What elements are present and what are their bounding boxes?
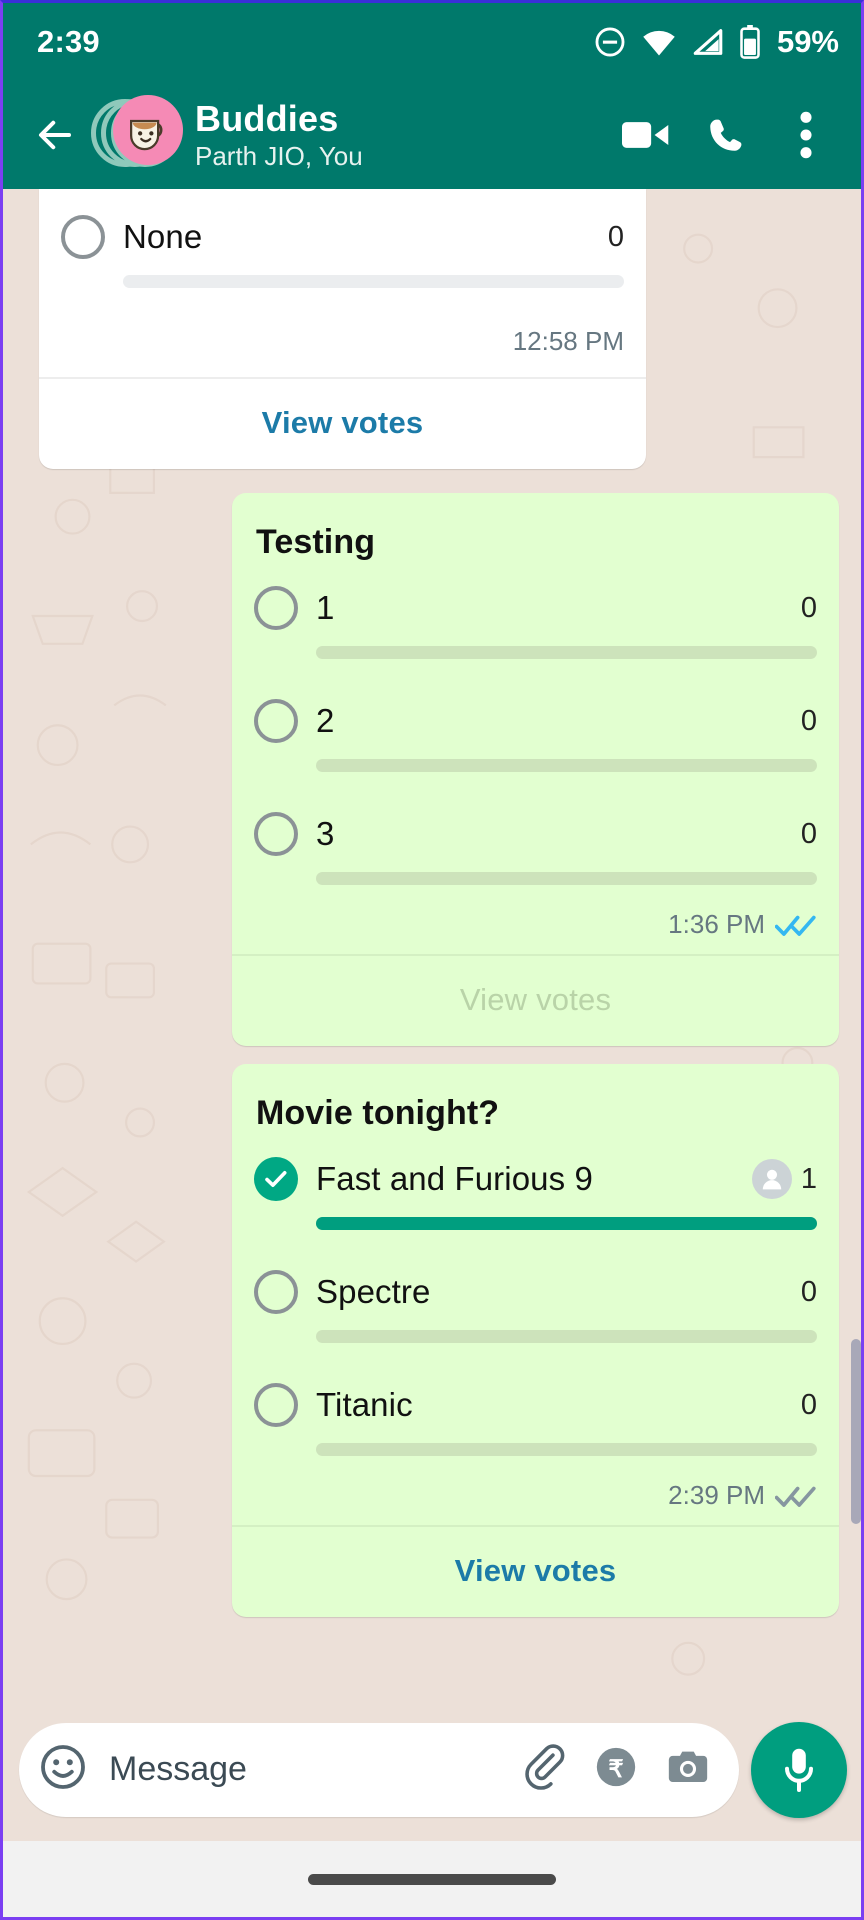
chat-app-bar: Buddies Parth JIO, You	[3, 81, 861, 189]
message-meta: 2:39 PM	[232, 1468, 839, 1525]
poll-option-count: 0	[800, 1388, 817, 1421]
signal-icon	[691, 27, 725, 57]
poll-option-radio[interactable]	[254, 586, 298, 630]
poll-option-radio[interactable]	[254, 812, 298, 856]
input-action-icons: ₹	[521, 1744, 711, 1795]
poll-body: Testing 1 0 2 0 3 0	[232, 493, 839, 897]
poll-option-radio-checked[interactable]	[254, 1157, 298, 1201]
poll-option-count: 0	[800, 704, 817, 737]
chat-participants: Parth JIO, You	[195, 141, 363, 172]
poll-option-bar	[316, 872, 817, 885]
battery-icon	[739, 25, 761, 59]
dnd-icon	[593, 25, 627, 59]
delivered-receipt-icon	[775, 1483, 817, 1509]
poll-option-count: 0	[607, 220, 624, 253]
poll-option-label: None	[123, 218, 203, 255]
poll-option-radio[interactable]	[254, 1270, 298, 1314]
chat-header-titles[interactable]: Buddies Parth JIO, You	[195, 97, 363, 172]
phone-screen: 2:39 59% Buddies Parth JIO, You None 0 1…	[0, 0, 864, 1920]
message-meta: 1:36 PM	[232, 897, 839, 954]
poll-title: Testing	[256, 523, 376, 561]
poll-option-bar	[316, 1217, 817, 1230]
poll-option-voters[interactable]: 1	[751, 1159, 817, 1199]
poll-option-count: 0	[800, 1275, 817, 1308]
message-input-pill[interactable]: Message ₹	[19, 1722, 739, 1817]
poll-option-bar	[316, 646, 817, 659]
coffee-cup-emoji	[130, 119, 163, 151]
poll-message-incoming[interactable]: None 0 12:58 PM View votes	[39, 189, 646, 469]
message-input-field[interactable]: Message	[109, 1750, 505, 1789]
poll-option-label: Spectre	[316, 1273, 431, 1310]
message-timestamp: 1:36 PM	[668, 909, 765, 939]
system-nav-bar	[3, 1841, 861, 1917]
voter-avatar-icon	[751, 1159, 792, 1199]
view-votes-button[interactable]: View votes	[232, 1527, 839, 1617]
poll-options: None 0	[39, 189, 646, 300]
poll-option[interactable]: 1 0	[254, 576, 817, 665]
poll-option-label: Titanic	[316, 1386, 413, 1423]
chat-scrollbar[interactable]	[851, 1339, 861, 1524]
poll-option-label: Fast and Furious 9	[316, 1160, 593, 1197]
battery-percentage: 59%	[776, 24, 839, 59]
camera-icon[interactable]	[665, 1744, 711, 1795]
poll-option-count: 0	[800, 591, 817, 624]
poll-option-radio[interactable]	[254, 1383, 298, 1427]
poll-option-bar	[316, 1443, 817, 1456]
view-votes-button[interactable]: View votes	[39, 379, 646, 469]
avatar-image	[113, 95, 183, 165]
message-meta: 12:58 PM	[39, 300, 646, 377]
poll-option[interactable]: Spectre 0	[254, 1260, 817, 1349]
poll-option[interactable]: 3 0	[254, 802, 817, 891]
status-bar-clock: 2:39	[37, 24, 100, 59]
poll-option-bar	[316, 759, 817, 772]
poll-option-radio[interactable]	[254, 699, 298, 743]
wifi-icon	[641, 27, 677, 57]
status-bar-icons: 59%	[593, 24, 839, 60]
poll-message-movie[interactable]: Movie tonight? Fast and Furious 9 1 Spec…	[232, 1064, 839, 1617]
video-call-icon[interactable]	[609, 98, 683, 172]
poll-option[interactable]: None 0	[61, 205, 624, 294]
rupee-payment-icon[interactable]: ₹	[593, 1744, 639, 1795]
poll-option-bar	[123, 275, 624, 288]
message-timestamp: 2:39 PM	[668, 1480, 765, 1510]
read-receipt-icon	[775, 912, 817, 938]
poll-message-testing[interactable]: Testing 1 0 2 0 3 0 1:36 PM View votes	[232, 493, 839, 1046]
poll-option-count: 1	[800, 1162, 817, 1195]
chat-title: Buddies	[195, 97, 339, 139]
view-votes-button[interactable]: View votes	[232, 956, 839, 1046]
message-input-bar: Message ₹	[3, 1706, 861, 1841]
messages-container: None 0 12:58 PM View votes Testing 1 0 2…	[3, 189, 861, 1706]
poll-option-count: 0	[800, 817, 817, 850]
overflow-menu-icon[interactable]	[769, 98, 843, 172]
poll-option-label: 1	[316, 589, 335, 626]
attachment-icon[interactable]	[521, 1744, 567, 1795]
message-timestamp: 12:58 PM	[512, 326, 624, 356]
voice-call-icon[interactable]	[689, 98, 763, 172]
poll-option[interactable]: Titanic 0	[254, 1373, 817, 1462]
poll-option-radio[interactable]	[61, 215, 105, 259]
poll-body: Movie tonight? Fast and Furious 9 1 Spec…	[232, 1064, 839, 1468]
home-gesture-pill[interactable]	[308, 1873, 556, 1885]
microphone-icon[interactable]	[751, 1721, 847, 1818]
chat-message-list[interactable]: None 0 12:58 PM View votes Testing 1 0 2…	[3, 189, 861, 1706]
back-arrow-icon[interactable]	[25, 105, 85, 165]
status-bar: 2:39 59%	[3, 3, 861, 81]
poll-option[interactable]: 2 0	[254, 689, 817, 778]
emoji-icon[interactable]	[39, 1743, 87, 1796]
svg-text:₹: ₹	[608, 1756, 623, 1783]
poll-option-bar	[316, 1330, 817, 1343]
poll-option[interactable]: Fast and Furious 9 1	[254, 1147, 817, 1236]
poll-title: Movie tonight?	[256, 1094, 500, 1132]
group-avatar[interactable]	[91, 93, 183, 177]
poll-option-label: 2	[316, 702, 335, 739]
poll-option-label: 3	[316, 815, 335, 852]
app-bar-actions	[609, 98, 843, 172]
